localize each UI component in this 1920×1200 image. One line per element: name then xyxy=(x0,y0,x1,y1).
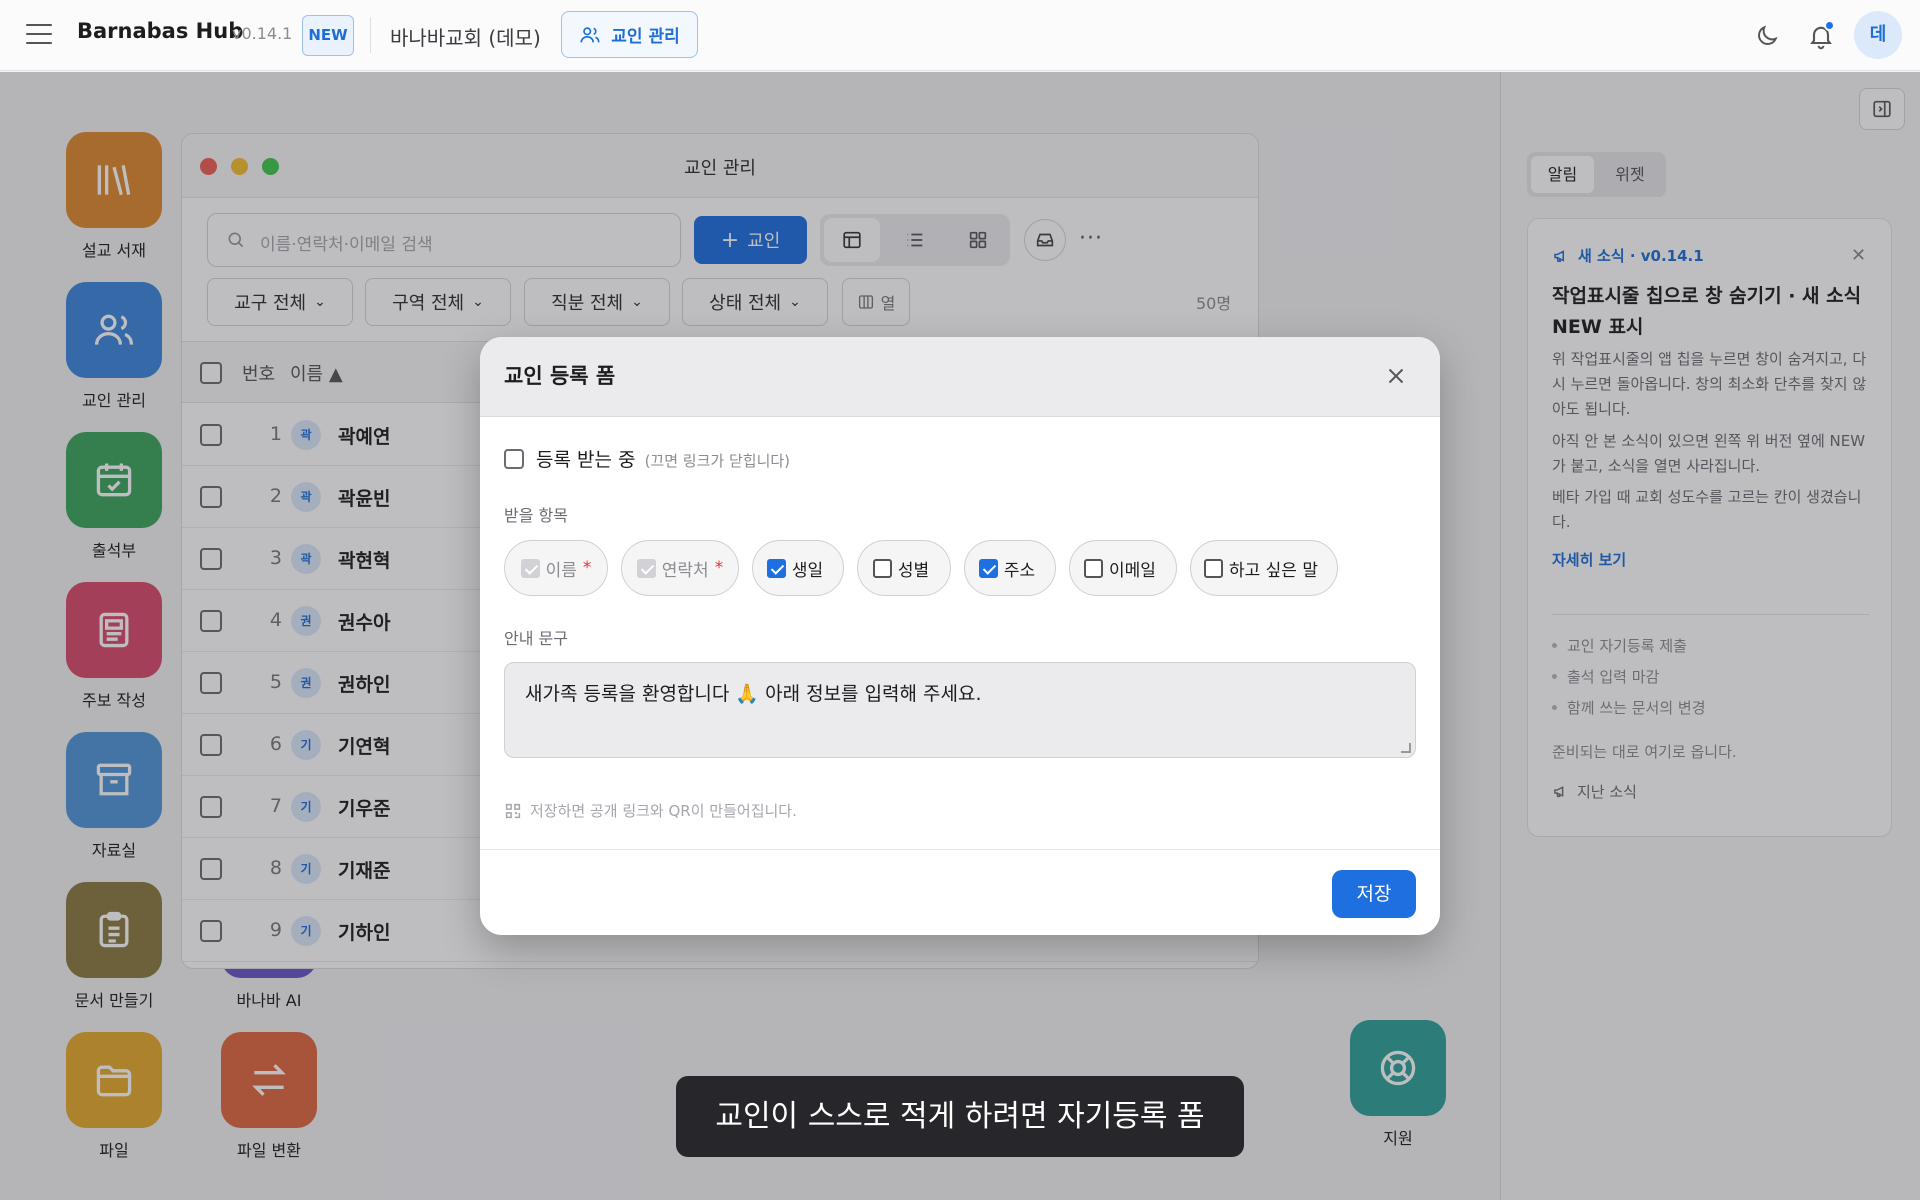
field-label: 하고 싶은 말 xyxy=(1228,560,1318,581)
field-label: 이메일 xyxy=(1109,560,1156,581)
field-checkbox[interactable] xyxy=(1203,558,1223,578)
field-chip: 이름 * xyxy=(504,540,608,596)
receiving-checkbox[interactable] xyxy=(504,448,524,469)
field-chips: 이름 * 연락처 * 생일 성별 주소 이메일 하고 싶은 말 xyxy=(504,540,1338,596)
guide-textarea[interactable]: 새가족 등록을 환영합니다 🙏 아래 정보를 입력해 주세요. xyxy=(504,662,1416,758)
field-label: 주소 xyxy=(1003,560,1036,581)
avatar[interactable]: 데 xyxy=(1854,11,1902,59)
dialog-footer: 저장 xyxy=(480,849,1440,935)
dialog-title: 교인 등록 폼 xyxy=(504,364,616,388)
app-name: Barnabas Hub xyxy=(77,19,244,43)
field-checkbox[interactable] xyxy=(978,558,998,578)
field-label: 생일 xyxy=(791,560,824,581)
qr-hint: 저장하면 공개 링크와 QR이 만들어집니다. xyxy=(504,800,797,821)
receiving-hint: (끄면 링크가 닫힙니다) xyxy=(644,452,791,470)
taskbar-chip-members[interactable]: 교인 관리 xyxy=(561,11,698,58)
field-chip[interactable]: 생일 xyxy=(752,540,844,596)
field-chip[interactable]: 주소 xyxy=(964,540,1056,596)
field-checkbox[interactable] xyxy=(766,558,786,578)
church-name[interactable]: 바나바교회 (데모) xyxy=(390,22,541,51)
field-checkbox xyxy=(636,558,656,578)
required-mark: * xyxy=(714,558,724,578)
guide-text: 새가족 등록을 환영합니다 🙏 아래 정보를 입력해 주세요. xyxy=(525,683,982,705)
field-checkbox[interactable] xyxy=(1084,558,1104,578)
field-label: 이름 xyxy=(545,560,577,581)
save-button[interactable]: 저장 xyxy=(1332,870,1416,918)
toast-message: 교인이 스스로 적게 하려면 자기등록 폼 xyxy=(676,1076,1244,1157)
qr-hint-text: 저장하면 공개 링크와 QR이 만들어집니다. xyxy=(530,802,797,820)
qr-code-icon xyxy=(505,803,521,818)
resize-handle[interactable] xyxy=(1401,743,1411,753)
registration-form-dialog: 교인 등록 폼 등록 받는 중 (끄면 링크가 닫힙니다) 받을 항목 이름 * 연… xyxy=(480,337,1440,935)
field-label: 연락처 xyxy=(661,560,709,581)
fields-label: 받을 항목 xyxy=(504,506,568,525)
field-chip[interactable]: 하고 싶은 말 xyxy=(1190,540,1338,596)
close-icon[interactable] xyxy=(1383,363,1409,389)
field-checkbox[interactable] xyxy=(872,558,892,578)
receiving-label: 등록 받는 중 xyxy=(536,449,636,471)
field-checkbox xyxy=(520,558,540,578)
required-mark: * xyxy=(582,558,592,578)
taskbar-chip-label: 교인 관리 xyxy=(611,27,680,47)
field-chip[interactable]: 성별 xyxy=(857,540,951,596)
receiving-toggle[interactable]: 등록 받는 중 (끄면 링크가 닫힙니다) xyxy=(504,445,790,472)
guide-label: 안내 문구 xyxy=(504,629,568,648)
new-badge[interactable]: NEW xyxy=(302,15,354,56)
notification-dot xyxy=(1824,20,1835,31)
field-label: 성별 xyxy=(897,560,930,581)
moon-icon[interactable] xyxy=(1754,23,1780,49)
divider xyxy=(370,17,371,53)
menu-icon[interactable] xyxy=(26,24,52,46)
users-icon xyxy=(580,26,600,42)
app-version: v0.14.1 xyxy=(232,24,293,43)
top-bar: Barnabas Hub v0.14.1 NEW 바나바교회 (데모) 교인 관… xyxy=(0,0,1920,71)
dialog-header: 교인 등록 폼 xyxy=(480,337,1440,417)
field-chip[interactable]: 이메일 xyxy=(1069,540,1177,596)
field-chip: 연락처 * xyxy=(621,540,739,596)
